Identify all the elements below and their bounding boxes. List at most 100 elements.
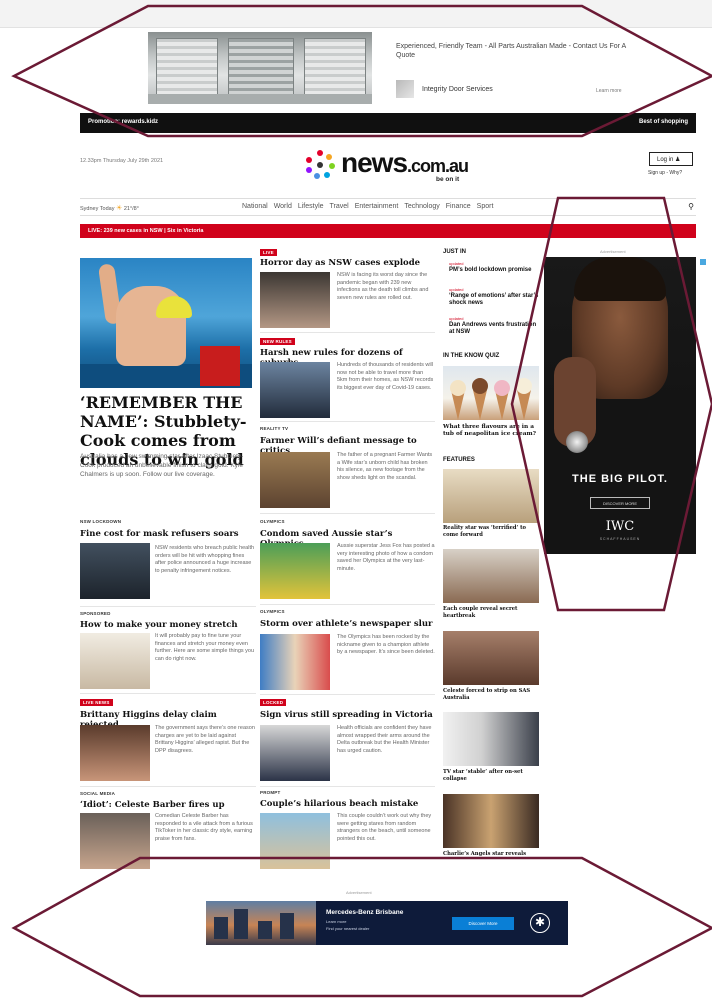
nav-item-travel[interactable]: Travel (330, 203, 349, 210)
top-ad-headline[interactable]: Experienced, Friendly Team - All Parts A… (396, 42, 626, 60)
feature-image[interactable] (443, 631, 539, 685)
divider (80, 693, 256, 694)
building-shape (258, 921, 272, 939)
story-kicker: REALITY TV (260, 426, 289, 431)
sun-icon: ☀ (116, 205, 123, 212)
story-kicker: NEW RULES (260, 338, 295, 345)
news-logo[interactable]: news.com.au be on it (305, 146, 485, 186)
story-headline[interactable]: Fine cost for mask refusers soars (80, 529, 256, 539)
feature-caption[interactable]: TV star ‘stable’ after on-set collapse (443, 769, 539, 782)
story-kicker: LIVE NEWS (80, 699, 113, 706)
login-button[interactable]: Log in ♟ (649, 152, 693, 166)
signup-link[interactable]: Sign up - Why? (648, 170, 682, 176)
feature-image[interactable] (443, 794, 539, 848)
bottom-ad-label: Advertisement (346, 890, 372, 895)
story-kicker: LOCKED (260, 699, 287, 706)
promo-left-label[interactable]: Promotion: rewards.kidz (88, 119, 158, 125)
story-kicker: LIVE (260, 249, 277, 256)
story-thumbnail[interactable] (260, 543, 330, 599)
story-thumbnail[interactable] (260, 272, 330, 328)
lead-story-image[interactable] (80, 258, 252, 388)
story-summary: NSW is facing its worst day since the pa… (337, 272, 429, 301)
feature-caption[interactable]: Reality star was ‘terrified’ to come for… (443, 525, 539, 538)
weather-widget[interactable]: Sydney Today ☀ 21°/8° (80, 204, 139, 212)
story-headline[interactable]: Horror day as NSW cases explode (260, 258, 435, 268)
lane-rope (200, 346, 240, 386)
lead-summary: Australia has a new swimming star after … (80, 453, 244, 478)
iwc-watch-ad[interactable]: THE BIG PILOT. DISCOVER MORE IWC SCHAFFH… (544, 257, 696, 554)
iwc-discover-button[interactable]: DISCOVER MORE (590, 497, 650, 509)
divider (80, 606, 256, 607)
story-thumbnail[interactable] (80, 725, 150, 781)
weather-location: Sydney (80, 206, 99, 212)
bottom-ad-button[interactable]: Discover More (452, 917, 514, 930)
story-summary: Aussie superstar Jess Fox has posted a v… (337, 543, 435, 572)
top-ad-brand[interactable]: Integrity Door Services (422, 86, 493, 93)
just-in-headline[interactable]: Dan Andrews vents frustration at NSW (449, 322, 541, 336)
just-in-headline[interactable]: ‘Range of emotions’ after star’s shock n… (449, 293, 541, 307)
story-summary: The government says there’s one reason c… (155, 725, 255, 754)
ad-choices-icon[interactable] (700, 259, 706, 265)
nav-item-national[interactable]: National (242, 203, 268, 210)
quiz-caption[interactable]: What three flavours are in a tub of neap… (443, 424, 539, 438)
nav-item-world[interactable]: World (274, 203, 292, 210)
nav-item-finance[interactable]: Finance (446, 203, 471, 210)
feature-caption[interactable]: Each couple reveal secret heartbreak (443, 606, 539, 619)
story-summary: It will probably pay to fine tune your f… (155, 633, 255, 662)
nav-item-technology[interactable]: Technology (404, 203, 439, 210)
promo-right-label[interactable]: Best of shopping (639, 119, 688, 125)
building-shape (234, 909, 248, 939)
nav-item-sport[interactable]: Sport (477, 203, 494, 210)
just-in-headline[interactable]: PM’s bold lockdown promise (449, 267, 541, 274)
top-ad-learn-more[interactable]: Learn more (596, 88, 622, 94)
search-icon[interactable]: ⚲ (688, 202, 694, 211)
scoop-shape (516, 378, 532, 394)
story-thumbnail[interactable] (80, 543, 150, 599)
logo-wordmark: news.com.au (341, 147, 469, 179)
story-thumbnail[interactable] (260, 725, 330, 781)
divider (80, 786, 256, 787)
story-thumbnail[interactable] (260, 634, 330, 690)
story-headline[interactable]: Sign virus still spreading in Victoria (260, 710, 435, 720)
story-thumbnail[interactable] (80, 813, 150, 869)
feature-image[interactable] (443, 712, 539, 766)
story-headline[interactable]: Couple’s hilarious beach mistake (260, 799, 435, 809)
story-thumbnail[interactable] (260, 452, 330, 508)
promo-bar[interactable]: Promotion: rewards.kidz Best of shopping (80, 113, 696, 133)
story-summary: This couple couldn’t work out why they w… (337, 813, 432, 842)
garage-door-left (156, 38, 218, 96)
building-shape (214, 917, 228, 939)
quiz-image[interactable] (443, 366, 539, 420)
mercedes-star-icon: ✱ (530, 913, 550, 933)
story-headline[interactable]: How to make your money stretch (80, 620, 256, 630)
feature-image[interactable] (443, 549, 539, 603)
bottom-ad-banner[interactable]: Mercedes-Benz Brisbane Learn more Find y… (206, 901, 568, 945)
story-thumbnail[interactable] (260, 813, 330, 869)
just-in-tag: updated (449, 287, 464, 292)
nav-item-lifestyle[interactable]: Lifestyle (298, 203, 324, 210)
story-kicker: SPONSORED (80, 611, 111, 616)
garage-door-right (304, 38, 366, 96)
story-kicker: NSW LOCKDOWN (80, 519, 122, 524)
story-headline[interactable]: ‘Idiot’: Celeste Barber fires up (80, 800, 256, 810)
just-in-tag: updated (449, 261, 464, 266)
feature-caption[interactable]: Celeste forced to strip on SAS Australia (443, 688, 539, 701)
feature-caption[interactable]: Charlie’s Angels star reveals (443, 851, 539, 858)
story-thumbnail[interactable] (260, 362, 330, 418)
story-summary: NSW residents who breach public health o… (155, 545, 255, 574)
date-line: 12.33pm Thursday July 29th 2021 (80, 158, 164, 164)
just-in-tag: updated (449, 316, 464, 321)
quiz-title: IN THE KNOW QUIZ (443, 353, 500, 359)
garage-door-ad-image[interactable] (148, 32, 372, 104)
story-kicker: SOCIAL MEDIA (80, 791, 116, 796)
feature-image[interactable] (443, 469, 539, 523)
breaking-alert-bar[interactable]: LIVE: 239 new cases in NSW | Six in Vict… (80, 224, 696, 238)
swim-cap (156, 296, 192, 318)
story-thumbnail[interactable] (80, 633, 150, 689)
garage-door-center (228, 38, 294, 96)
ad-building-image (206, 901, 316, 945)
story-headline[interactable]: Storm over athlete’s newspaper slur (260, 619, 435, 629)
login-label: Log in (657, 157, 674, 163)
nav-item-entertainment[interactable]: Entertainment (355, 203, 399, 210)
divider (260, 513, 435, 514)
